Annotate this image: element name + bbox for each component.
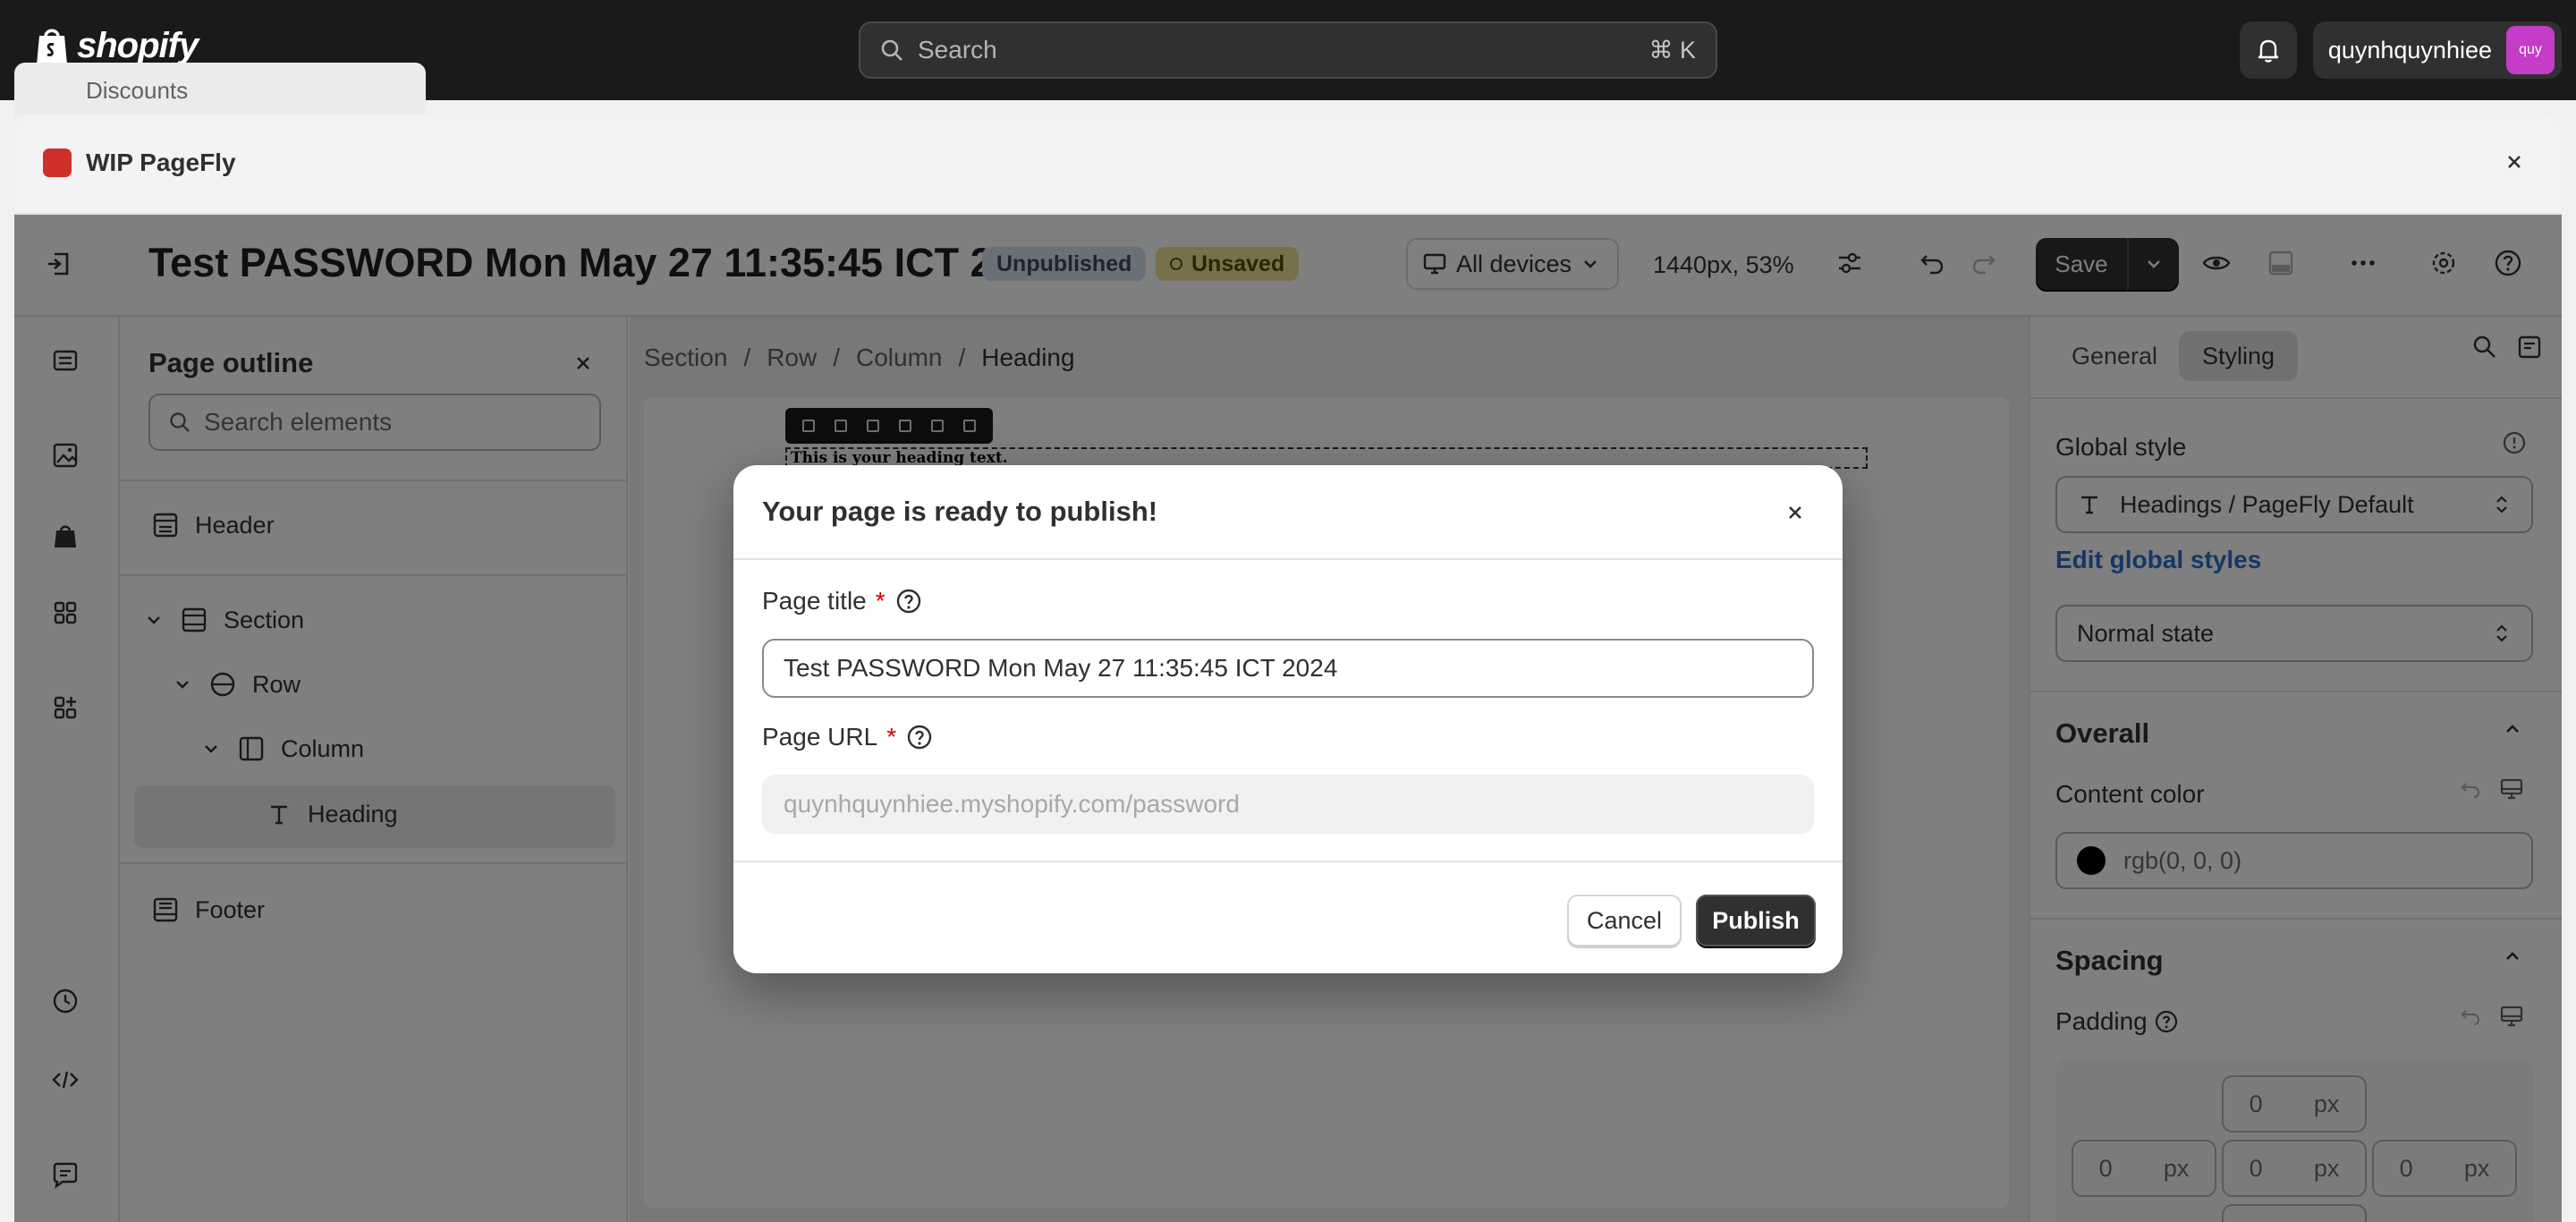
global-search-input[interactable]: Search ⌘ K [859, 21, 1717, 79]
app-close-button[interactable] [2501, 149, 2528, 175]
pagefly-app-icon [43, 149, 72, 177]
modal-backdrop-top [14, 215, 2562, 317]
page-url-label-group: Page URL * [762, 723, 934, 751]
dialog-close-button[interactable] [1782, 499, 1809, 526]
bell-icon [2258, 39, 2279, 63]
shopify-bag-icon [37, 29, 67, 64]
user-menu-button[interactable]: quynhquynhiee quy [2313, 21, 2562, 79]
required-mark: * [886, 723, 897, 751]
page-title-input[interactable]: Test PASSWORD Mon May 27 11:35:45 ICT 20… [762, 639, 1814, 698]
page-title-label: Page title [762, 587, 867, 615]
publish-button[interactable]: Publish [1696, 895, 1816, 946]
close-icon [1789, 506, 1801, 519]
dialog-footer-divider [733, 861, 1843, 862]
help-icon[interactable] [894, 587, 923, 615]
modal-backdrop-right [2029, 317, 2562, 1222]
close-icon [2508, 156, 2521, 168]
app-title-bar [14, 115, 2562, 215]
cancel-button[interactable]: Cancel [1567, 895, 1682, 946]
search-icon [881, 39, 902, 61]
page-url-input[interactable]: quynhquynhiee.myshopify.com/password [762, 775, 1814, 834]
publish-dialog: Your page is ready to publish! Page titl… [733, 465, 1843, 973]
page-title-label-group: Page title * [762, 587, 923, 615]
app-title: WIP PageFly [86, 149, 236, 176]
shopify-wordmark: shopify [77, 25, 199, 65]
username: quynhquynhiee [2327, 36, 2492, 64]
help-icon[interactable] [905, 723, 934, 751]
page-url-label: Page URL [762, 723, 878, 751]
background-nav-label: Discounts [86, 77, 189, 104]
background-nav-item: Discounts [14, 63, 426, 116]
required-mark: * [875, 587, 886, 615]
search-shortcut: ⌘ K [1648, 36, 1696, 64]
shopify-logo[interactable]: shopify [34, 25, 199, 66]
dialog-title: Your page is ready to publish! [762, 496, 1158, 527]
search-placeholder: Search [918, 36, 997, 64]
modal-backdrop-left [14, 317, 630, 1222]
notifications-button[interactable] [2240, 21, 2297, 79]
avatar: quy [2506, 26, 2555, 74]
